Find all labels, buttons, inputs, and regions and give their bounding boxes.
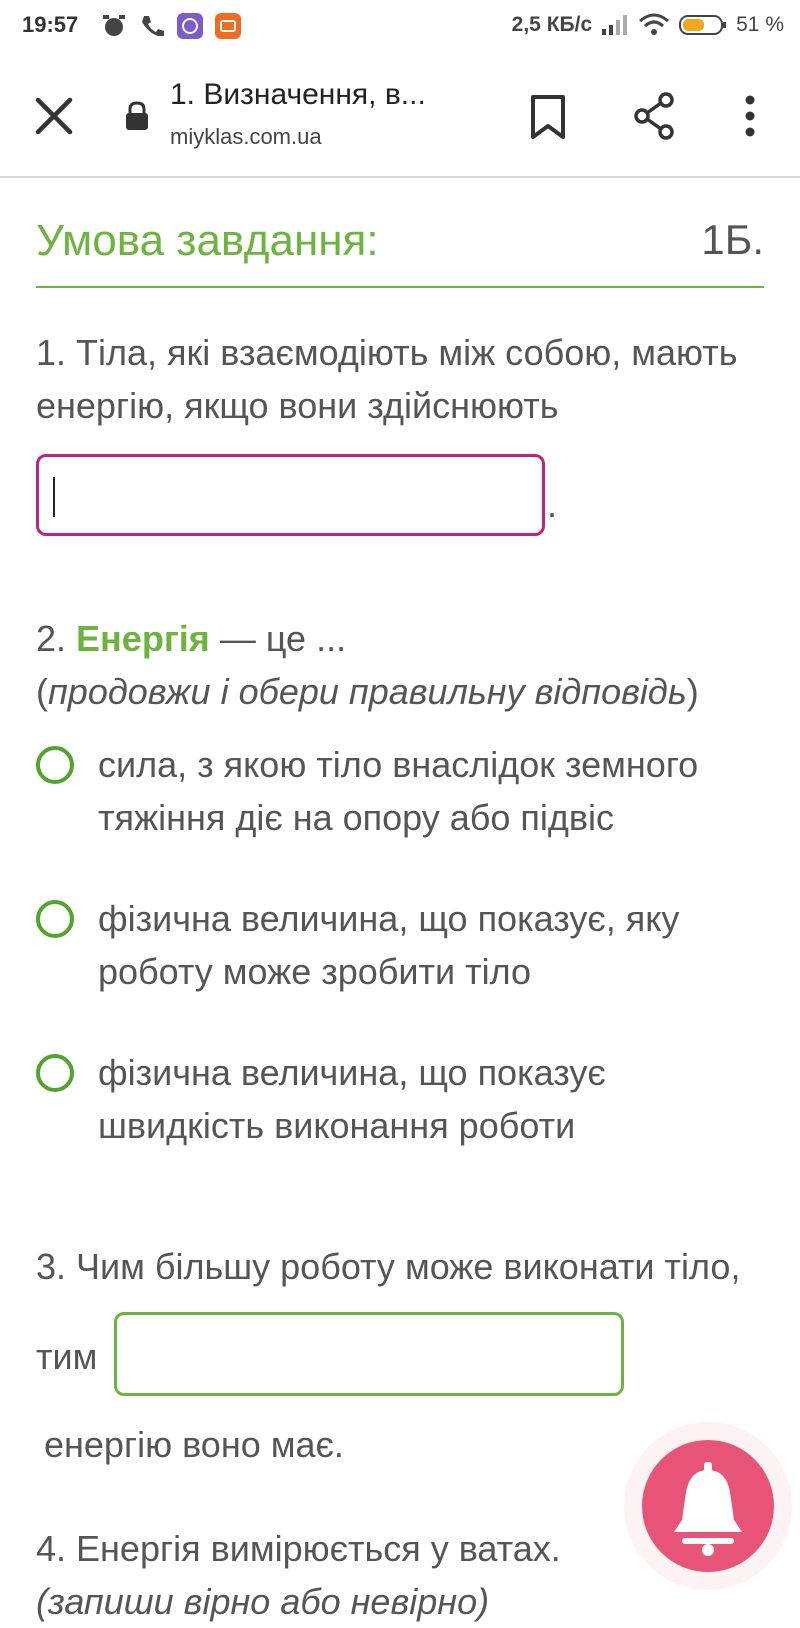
question-2: 2. Енергія — це ... (продовжи і обери пр… [36,612,756,718]
mi-app-icon [215,13,241,39]
question-2-number: 2. [36,618,67,659]
status-bar: 19:57 2,5 КБ/с 51 % [0,0,800,56]
question-4-hint: (запиши вірно або невірно) [36,1581,490,1622]
wifi-icon [639,13,670,35]
browser-toolbar: 1. Визначення, в... miyklas.com.ua [0,56,800,178]
task-points: 1Б. [701,216,764,263]
task-title: Умова завдання: [36,216,379,265]
hint-open: ( [36,671,48,712]
battery-icon [679,15,727,35]
option-1-label: сила, з якою тіло внаслідок земного тяжі… [98,744,699,838]
close-icon[interactable] [30,92,78,140]
alarm-icon [103,15,125,36]
more-options-icon[interactable] [738,92,762,140]
task-header: Умова завдання: 1Б. [36,210,764,288]
notification-bell-button[interactable] [642,1440,774,1572]
answer-input-3[interactable] [114,1312,624,1396]
viber-icon [177,13,203,39]
question-2-rest: — це ... [209,618,347,659]
question-3-suffix: енергію воно має. [44,1424,344,1465]
question-3-prefix: тим [36,1336,98,1377]
phone-icon [142,16,164,37]
radio-button[interactable] [36,1054,74,1092]
option-3-label: фізична величина, що показує швидкість в… [98,1052,606,1146]
lock-icon [126,101,148,130]
bookmark-icon[interactable] [528,94,568,140]
question-1-suffix: . [547,484,558,525]
battery-percent: 51 % [736,13,784,36]
option-2-label: фізична величина, що показує, яку роботу… [98,898,680,992]
hint-close: ) [686,671,699,712]
bell-icon [674,1462,742,1556]
question-3-text: Чим більшу роботу може виконати тіло, [66,1246,741,1287]
question-3: 3. Чим більшу роботу може виконати тіло, [36,1240,776,1293]
network-speed: 2,5 КБ/с [511,13,593,36]
status-time: 19:57 [22,12,79,37]
text-caret [53,477,55,517]
question-3-number: 3. [36,1246,67,1287]
question-1-text: 1. Тіла, які взаємодіють між собою, мают… [36,332,738,426]
question-4-text: Енергія вимірюється у ватах. [66,1528,561,1569]
share-icon[interactable] [632,92,676,140]
page-title: 1. Визначення, в... [170,78,426,111]
page-url: miyklas.com.ua [170,124,322,149]
status-right: 2,5 КБ/с 51 % [512,12,784,38]
radio-button[interactable] [36,746,74,784]
question-2-keyword: Енергія [76,618,210,659]
answer-input-1[interactable] [36,454,545,536]
radio-button[interactable] [36,900,74,938]
question-2-hint: продовжи і обери правильну відповідь [48,671,687,712]
question-1: 1. Тіла, які взаємодіють між собою, мают… [36,326,756,432]
signal-icon [602,15,628,35]
question-4-number: 4. [36,1528,67,1569]
